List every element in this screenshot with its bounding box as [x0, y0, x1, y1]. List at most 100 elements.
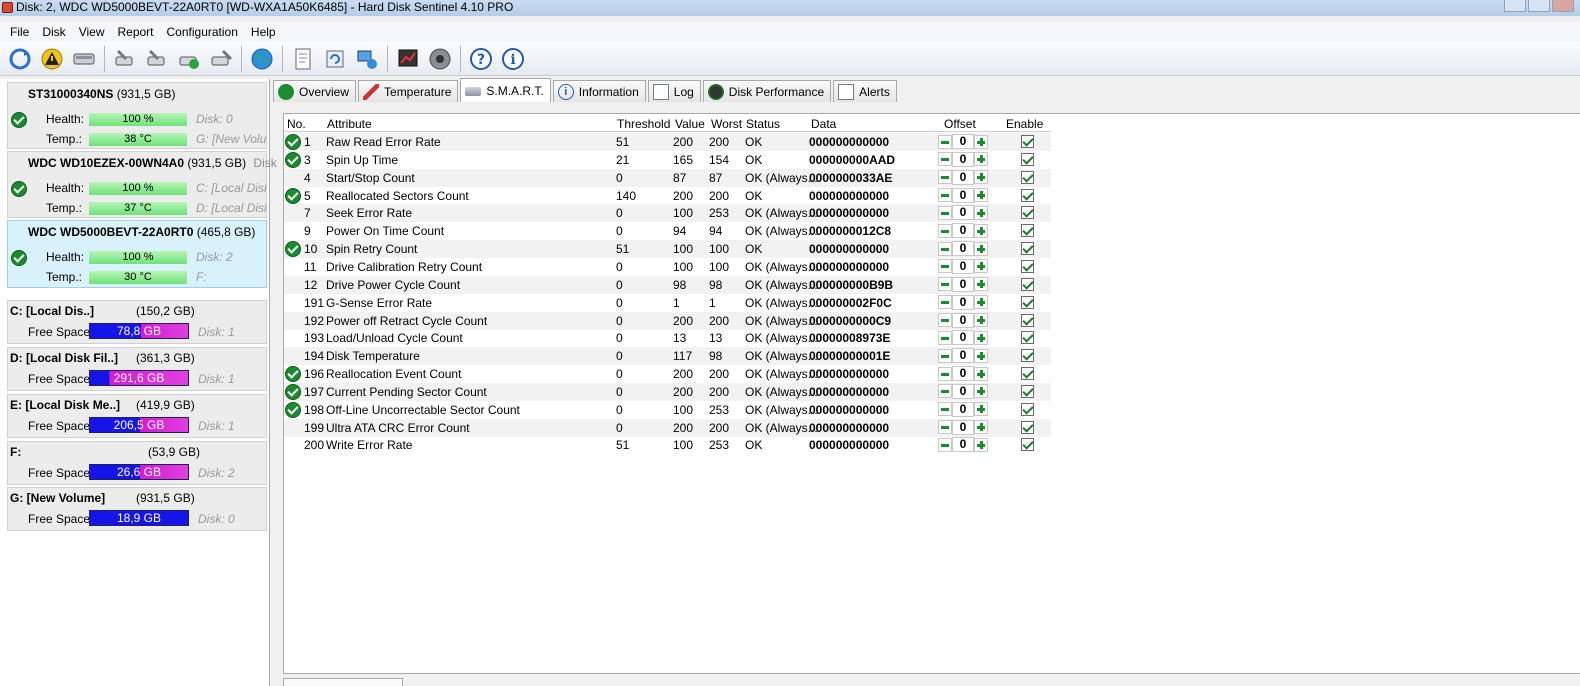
smart-row[interactable]: 12 Drive Power Cycle Count 0 98 98 OK (Always… [284, 275, 1051, 294]
minus-icon[interactable] [938, 366, 952, 381]
plus-icon[interactable] [974, 152, 988, 167]
enable-checkbox[interactable] [1021, 188, 1034, 202]
plus-icon[interactable] [974, 366, 988, 381]
enable-checkbox[interactable] [1021, 135, 1034, 148]
offset-value[interactable]: 0 [952, 312, 974, 328]
sync-icon[interactable] [321, 45, 349, 73]
minus-icon[interactable] [938, 170, 952, 185]
minus-icon[interactable] [938, 348, 952, 363]
minus-icon[interactable] [938, 313, 952, 327]
offset-value[interactable]: 0 [952, 169, 974, 185]
offset-value[interactable]: 0 [952, 419, 974, 435]
enable-checkbox[interactable] [1021, 438, 1034, 452]
minus-icon[interactable] [938, 277, 952, 292]
enable-checkbox[interactable] [1021, 331, 1034, 345]
disk-card[interactable]: ST31000340NS (931,5 GB) Health: 100 % Di… [7, 82, 267, 149]
enable-checkbox[interactable] [1021, 420, 1034, 434]
plus-icon[interactable] [974, 205, 988, 220]
tab-overview[interactable]: Overview [273, 80, 357, 102]
col-offset[interactable]: Offset [944, 117, 976, 131]
col-data[interactable]: Data [811, 117, 836, 131]
tab-temperature[interactable]: Temperature [358, 80, 459, 102]
maximize-button[interactable] [1528, 0, 1550, 12]
offset-value[interactable]: 0 [952, 401, 974, 417]
plus-icon[interactable] [974, 420, 988, 435]
disk-tool-1-icon[interactable] [111, 45, 139, 73]
menu-help[interactable]: Help [251, 25, 276, 39]
minus-icon[interactable] [938, 188, 952, 203]
enable-checkbox[interactable] [1021, 152, 1034, 166]
menu-configuration[interactable]: Configuration [167, 25, 238, 39]
enable-checkbox[interactable] [1021, 277, 1034, 291]
minimize-button[interactable] [1504, 0, 1526, 12]
minus-icon[interactable] [938, 205, 952, 220]
enable-checkbox[interactable] [1021, 367, 1034, 381]
enable-checkbox[interactable] [1021, 384, 1034, 398]
smart-row[interactable]: 9 Power On Time Count 0 94 94 OK (Always... 00… [284, 222, 1051, 240]
smart-row[interactable]: 191 G-Sense Error Rate 0 1 1 OK (Always... 000… [284, 294, 1051, 312]
plus-icon[interactable] [974, 223, 988, 238]
smart-row[interactable]: 196 Reallocation Event Count 0 200 200 OK (Al… [284, 365, 1051, 383]
enable-checkbox[interactable] [1021, 242, 1034, 256]
minus-icon[interactable] [938, 384, 952, 399]
volume-card[interactable]: E: [Local Disk Me..] (419,9 GB) Free Spa… [7, 394, 267, 438]
menu-disk[interactable]: Disk [42, 25, 65, 39]
enable-checkbox[interactable] [1021, 170, 1034, 184]
tab-log[interactable]: Log [647, 80, 701, 102]
tab-alerts[interactable]: Alerts [833, 80, 897, 102]
plus-icon[interactable] [974, 188, 988, 203]
globe-icon[interactable] [248, 45, 276, 73]
warning-icon[interactable] [38, 45, 66, 73]
col-worst[interactable]: Worst [711, 117, 742, 131]
minus-icon[interactable] [938, 152, 952, 167]
close-button[interactable] [1552, 0, 1574, 12]
smart-row[interactable]: 4 Start/Stop Count 0 87 87 OK (Always... 00000… [284, 168, 1051, 187]
enable-checkbox[interactable] [1021, 402, 1034, 416]
refresh-icon[interactable] [6, 45, 34, 73]
plus-icon[interactable] [974, 295, 988, 310]
offset-value[interactable]: 0 [952, 187, 974, 203]
col-status[interactable]: Status [746, 117, 780, 131]
offset-value[interactable]: 0 [952, 348, 974, 364]
plus-icon[interactable] [974, 170, 988, 185]
offset-value[interactable]: 0 [952, 241, 974, 257]
plus-icon[interactable] [974, 437, 988, 452]
volume-card[interactable]: D: [Local Disk Fil..] (361,3 GB) Free Sp… [7, 347, 267, 391]
disk-card[interactable]: WDC WD10EZEX-00WN4A0 (931,5 GB) Disk Hea… [7, 151, 277, 218]
offset-value[interactable]: 0 [952, 205, 974, 221]
speaker-icon[interactable] [426, 45, 454, 73]
col-value[interactable]: Value [675, 117, 705, 131]
offset-value[interactable]: 0 [952, 383, 974, 399]
enable-checkbox[interactable] [1021, 313, 1034, 327]
minus-icon[interactable] [938, 259, 952, 274]
plus-icon[interactable] [974, 259, 988, 274]
menu-file[interactable]: File [10, 25, 29, 39]
plus-icon[interactable] [974, 134, 988, 149]
disk-tool-2-icon[interactable] [143, 45, 171, 73]
plus-icon[interactable] [974, 330, 988, 345]
tab-disk-performance[interactable]: Disk Performance [702, 80, 832, 102]
minus-icon[interactable] [938, 437, 952, 452]
help-icon[interactable]: ? [467, 45, 495, 73]
smart-row[interactable]: 3 Spin Up Time 21 165 154 OK 000000000AAD 0 [284, 151, 1051, 169]
smart-row[interactable]: 198 Off-Line Uncorrectable Sector Count 0 1… [284, 401, 1051, 419]
menu-report[interactable]: Report [117, 25, 153, 39]
smart-row[interactable]: 5 Reallocated Sectors Count 140 200 200 OK 000… [284, 187, 1051, 205]
network-icon[interactable] [353, 45, 381, 73]
volume-card[interactable]: C: [Local Dis..] (150,2 GB) Free Space 7… [7, 300, 267, 344]
enable-checkbox[interactable] [1021, 224, 1034, 238]
volume-card[interactable]: G: [New Volume] (931,5 GB) Free Space 18… [7, 487, 267, 531]
report-icon[interactable] [289, 45, 317, 73]
smart-row[interactable]: 200 Write Error Rate 51 100 253 OK 00000000000… [284, 436, 1051, 454]
plus-icon[interactable] [974, 241, 988, 256]
col-enable[interactable]: Enable [1006, 117, 1043, 131]
disk-card-selected[interactable]: WDC WD5000BEVT-22A0RT0 (465,8 GB) Health… [7, 220, 267, 288]
col-attribute[interactable]: Attribute [327, 117, 372, 131]
plus-icon[interactable] [974, 277, 988, 292]
enable-checkbox[interactable] [1021, 295, 1034, 309]
offset-value[interactable]: 0 [952, 151, 974, 167]
col-threshold[interactable]: Threshold [617, 117, 670, 131]
tab-smart[interactable]: S.M.A.R.T. [460, 78, 551, 102]
minus-icon[interactable] [938, 402, 952, 417]
enable-checkbox[interactable] [1021, 206, 1034, 220]
